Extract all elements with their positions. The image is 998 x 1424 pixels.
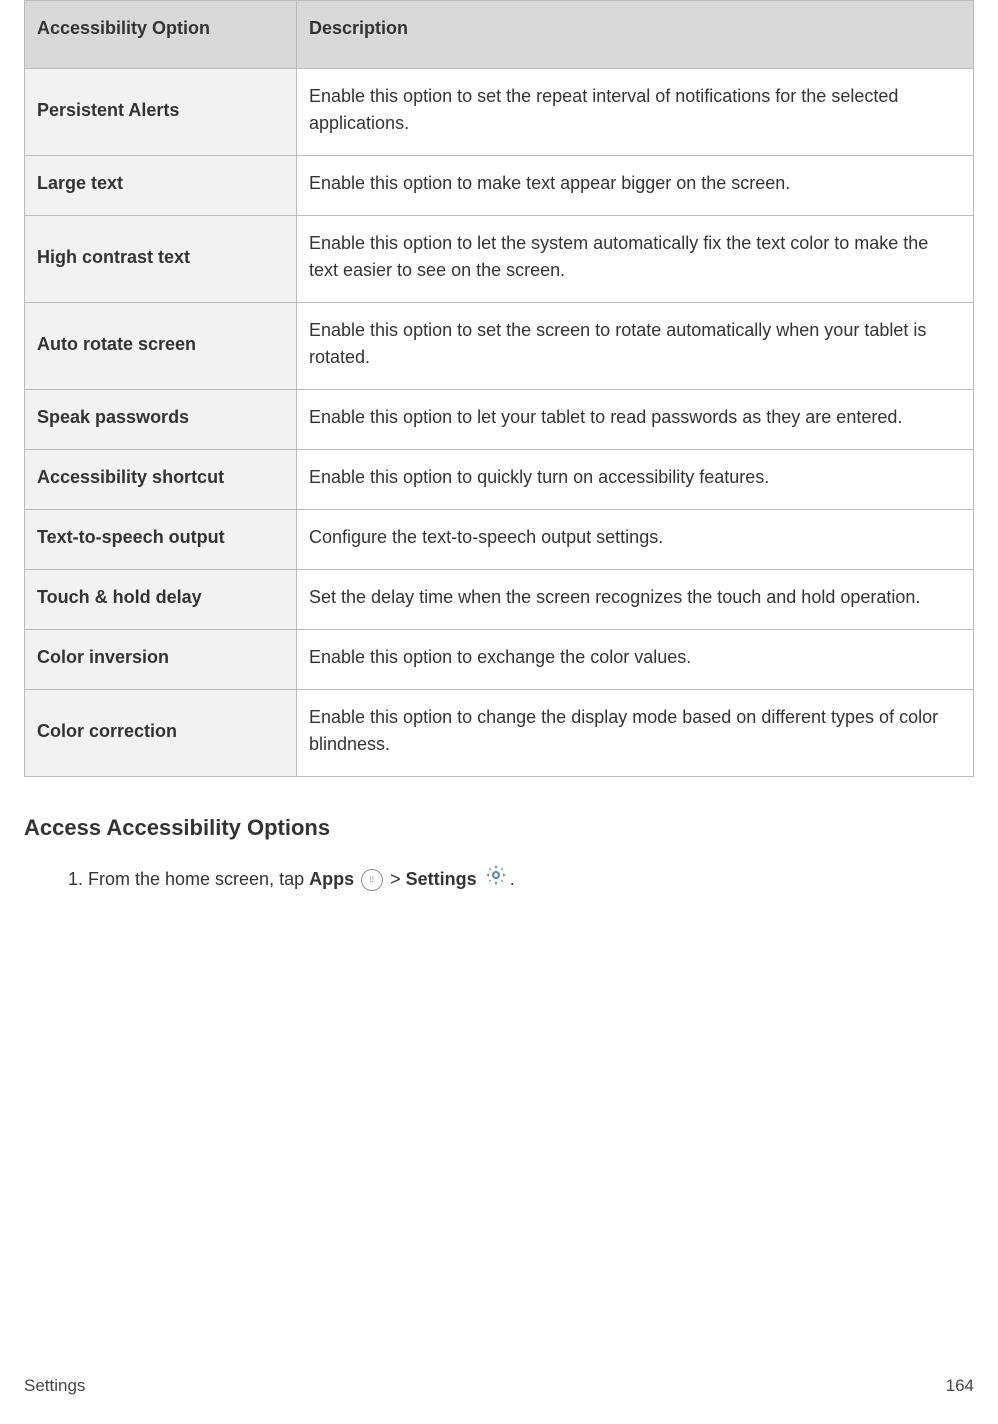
option-description: Enable this option to make text appear b… — [297, 156, 974, 216]
option-name: Text-to-speech output — [25, 510, 297, 570]
option-name: Speak passwords — [25, 390, 297, 450]
separator: > — [390, 869, 406, 889]
step-item: From the home screen, tap Apps ⠿ > Setti… — [88, 863, 974, 897]
option-name: Accessibility shortcut — [25, 450, 297, 510]
option-description: Enable this option to quickly turn on ac… — [297, 450, 974, 510]
option-description: Enable this option to exchange the color… — [297, 630, 974, 690]
table-row: Large text Enable this option to make te… — [25, 156, 974, 216]
table-row: Accessibility shortcut Enable this optio… — [25, 450, 974, 510]
option-description: Set the delay time when the screen recog… — [297, 570, 974, 630]
table-row: Auto rotate screen Enable this option to… — [25, 303, 974, 390]
option-description: Configure the text-to-speech output sett… — [297, 510, 974, 570]
table-row: Color inversion Enable this option to ex… — [25, 630, 974, 690]
option-description: Enable this option to set the screen to … — [297, 303, 974, 390]
page-footer: Settings 164 — [24, 1376, 974, 1396]
option-name: Color correction — [25, 690, 297, 777]
header-option: Accessibility Option — [25, 1, 297, 69]
settings-icon — [484, 863, 508, 897]
option-name: High contrast text — [25, 216, 297, 303]
option-name: Auto rotate screen — [25, 303, 297, 390]
step-suffix: . — [510, 869, 515, 889]
table-row: High contrast text Enable this option to… — [25, 216, 974, 303]
table-row: Speak passwords Enable this option to le… — [25, 390, 974, 450]
accessibility-options-table: Accessibility Option Description Persist… — [24, 0, 974, 777]
apps-icon: ⠿ — [361, 869, 383, 891]
option-name: Color inversion — [25, 630, 297, 690]
apps-label: Apps — [309, 869, 354, 889]
option-name: Persistent Alerts — [25, 69, 297, 156]
settings-label: Settings — [406, 869, 477, 889]
table-row: Touch & hold delay Set the delay time wh… — [25, 570, 974, 630]
table-row: Text-to-speech output Configure the text… — [25, 510, 974, 570]
step-list: From the home screen, tap Apps ⠿ > Setti… — [24, 863, 974, 897]
option-description: Enable this option to change the display… — [297, 690, 974, 777]
table-row: Persistent Alerts Enable this option to … — [25, 69, 974, 156]
header-description: Description — [297, 1, 974, 69]
step-prefix: From the home screen, tap — [88, 869, 309, 889]
option-description: Enable this option to let your tablet to… — [297, 390, 974, 450]
table-row: Color correction Enable this option to c… — [25, 690, 974, 777]
section-heading: Access Accessibility Options — [24, 815, 974, 841]
option-description: Enable this option to let the system aut… — [297, 216, 974, 303]
option-name: Touch & hold delay — [25, 570, 297, 630]
option-name: Large text — [25, 156, 297, 216]
footer-section: Settings — [24, 1376, 85, 1396]
footer-page-number: 164 — [946, 1376, 974, 1396]
option-description: Enable this option to set the repeat int… — [297, 69, 974, 156]
